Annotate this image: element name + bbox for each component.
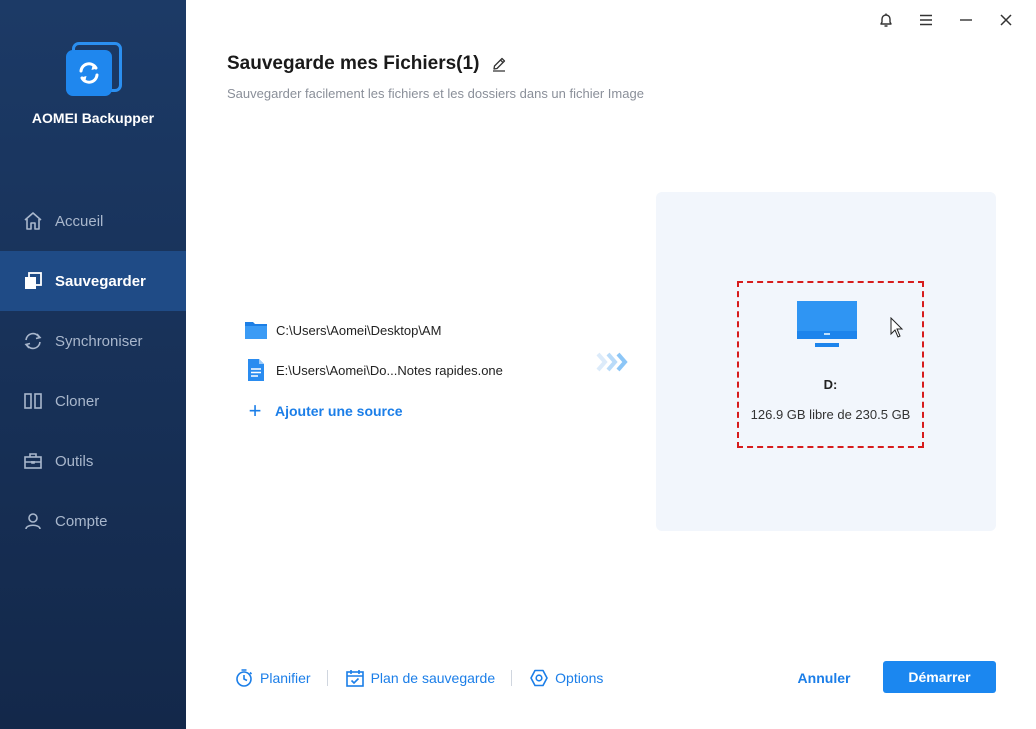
add-source-label: Ajouter une source <box>275 403 403 419</box>
sync-icon <box>23 331 43 351</box>
start-button[interactable]: Démarrer <box>883 661 996 693</box>
menu-button[interactable] <box>906 10 946 34</box>
minimize-icon <box>958 12 974 33</box>
app-name: AOMEI Backupper <box>31 110 155 126</box>
sidebar-nav: Accueil Sauvegarder Synchroniser Cloner … <box>0 191 186 551</box>
toolbar-divider <box>511 670 513 686</box>
backup-icon <box>23 271 43 291</box>
sidebar-item-label: Compte <box>55 512 108 530</box>
schedule-button[interactable]: Planifier <box>233 667 311 689</box>
add-source-button[interactable]: + Ajouter une source <box>244 390 503 432</box>
plus-icon: + <box>248 398 262 423</box>
sidebar-item-label: Cloner <box>55 392 100 410</box>
minimize-button[interactable] <box>946 10 986 34</box>
toolbar-divider <box>326 670 328 686</box>
sidebar-item-outils[interactable]: Outils <box>0 431 186 491</box>
pencil-icon <box>493 57 506 72</box>
toolbox-icon <box>23 451 43 471</box>
stopwatch-icon <box>233 667 255 689</box>
close-icon <box>998 12 1014 33</box>
cancel-button[interactable]: Annuler <box>784 662 864 694</box>
mouse-cursor-icon <box>889 316 905 339</box>
options-button[interactable]: Options <box>528 667 603 689</box>
title-row: Sauvegarde mes Fichiers(1) <box>227 53 509 75</box>
sidebar-item-label: Sauvegarder <box>55 272 146 290</box>
sidebar-item-label: Outils <box>55 452 94 470</box>
page-subtitle: Sauvegarder facilement les fichiers et l… <box>227 86 644 101</box>
sidebar-item-cloner[interactable]: Cloner <box>0 371 186 431</box>
destination-panel: D: 126.9 GB libre de 230.5 GB <box>656 192 996 531</box>
sidebar-item-label: Accueil <box>55 212 104 230</box>
file-icon <box>244 358 268 382</box>
settings-hexagon-icon <box>528 667 550 689</box>
source-item-folder[interactable]: C:\Users\Aomei\Desktop\AM <box>244 310 503 350</box>
source-list: C:\Users\Aomei\Desktop\AM E:\Users\Aomei… <box>244 310 503 432</box>
sidebar-item-accueil[interactable]: Accueil <box>0 191 186 251</box>
sidebar-item-synchroniser[interactable]: Synchroniser <box>0 311 186 371</box>
app-logo-area: AOMEI Backupper <box>0 38 186 126</box>
close-button[interactable] <box>986 10 1026 34</box>
window-controls <box>866 10 1026 34</box>
options-label: Options <box>555 670 604 686</box>
calendar-icon <box>344 667 366 689</box>
sidebar-item-compte[interactable]: Compte <box>0 491 186 551</box>
destination-drive-selector[interactable]: D: 126.9 GB libre de 230.5 GB <box>737 281 924 448</box>
folder-icon <box>244 318 268 342</box>
source-path: E:\Users\Aomei\Do...Notes rapides.one <box>276 362 503 378</box>
backup-plan-button[interactable]: Plan de sauvegarde <box>344 667 496 689</box>
bell-icon <box>878 12 894 33</box>
app-logo-icon <box>64 38 122 96</box>
source-path: C:\Users\Aomei\Desktop\AM <box>276 322 442 338</box>
monitor-icon <box>795 299 859 351</box>
user-icon <box>23 511 43 531</box>
sidebar-item-sauvegarder[interactable]: Sauvegarder <box>0 251 186 311</box>
backup-plan-label: Plan de sauvegarde <box>370 670 496 686</box>
schedule-label: Planifier <box>260 670 311 686</box>
clone-icon <box>23 391 43 411</box>
page-title: Sauvegarde mes Fichiers(1) <box>227 53 480 74</box>
edit-title-button[interactable] <box>491 55 509 73</box>
direction-arrows-icon <box>596 350 630 374</box>
home-icon <box>23 211 43 231</box>
source-item-file[interactable]: E:\Users\Aomei\Do...Notes rapides.one <box>244 350 503 390</box>
drive-letter: D: <box>823 377 838 392</box>
sidebar: AOMEI Backupper Accueil Sauvegarder Sync… <box>0 0 186 729</box>
hamburger-menu-icon <box>918 12 934 33</box>
notification-button[interactable] <box>866 10 906 34</box>
sidebar-item-label: Synchroniser <box>55 332 143 350</box>
bottom-toolbar: Planifier Plan de sauvegarde Options <box>233 665 603 691</box>
drive-free-space: 126.9 GB libre de 230.5 GB <box>750 407 911 422</box>
